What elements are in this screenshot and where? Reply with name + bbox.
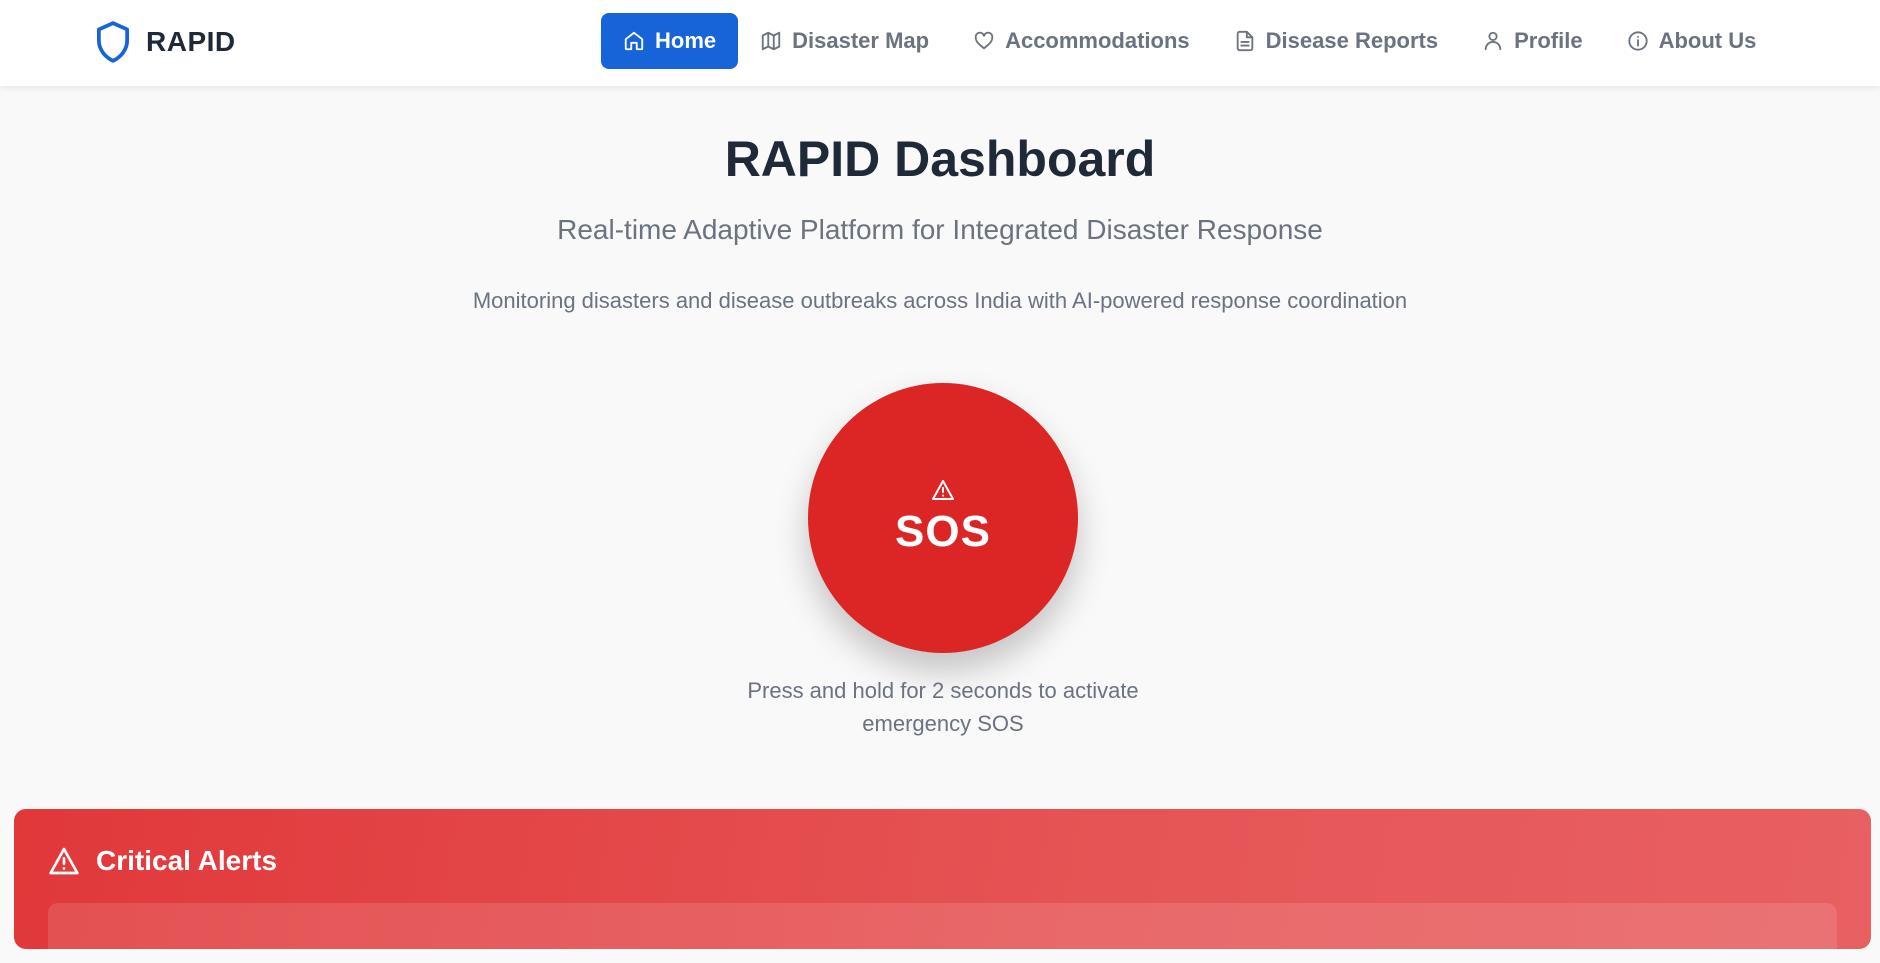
page-subtitle: Real-time Adaptive Platform for Integrat…	[557, 214, 1323, 245]
alert-triangle-icon	[49, 847, 79, 875]
alert-triangle-icon	[932, 480, 954, 500]
nav-disease-reports[interactable]: Disease Reports	[1212, 13, 1460, 69]
page-description: Monitoring disasters and disease outbrea…	[472, 288, 1408, 313]
brand-name: RAPID	[146, 26, 236, 57]
home-icon	[624, 31, 644, 51]
sos-hint: Press and hold for 2 seconds to activate…	[747, 678, 1139, 736]
file-text-icon	[1236, 30, 1253, 52]
critical-alerts-list	[48, 903, 1837, 963]
heart-icon	[974, 31, 994, 50]
critical-alerts-header: Critical Alerts	[48, 845, 277, 877]
shield-icon	[96, 21, 130, 63]
brand-logo[interactable]: RAPID	[94, 18, 236, 66]
info-icon	[1627, 31, 1648, 51]
page-title: RAPID Dashboard	[724, 131, 1156, 187]
nav-profile-label: Profile	[1514, 28, 1583, 53]
nav-home[interactable]: Home	[601, 13, 739, 69]
map-icon	[761, 31, 781, 51]
nav-about-us[interactable]: About Us	[1605, 13, 1779, 69]
main-nav: Home Disaster Map Accommodations Disease…	[601, 13, 1778, 69]
critical-alerts-title: Critical Alerts	[96, 845, 278, 876]
nav-profile[interactable]: Profile	[1460, 13, 1604, 69]
nav-disaster-map[interactable]: Disaster Map	[738, 13, 951, 69]
nav-home-label: Home	[655, 28, 717, 53]
sos-label: SOS	[895, 507, 991, 556]
nav-about-us-label: About Us	[1658, 28, 1757, 53]
user-icon	[1484, 31, 1502, 51]
critical-alerts-panel: Critical Alerts	[14, 809, 1871, 963]
nav-disease-reports-label: Disease Reports	[1265, 28, 1439, 53]
sos-button[interactable]: SOS	[808, 383, 1078, 653]
nav-accommodations[interactable]: Accommodations	[951, 13, 1212, 69]
top-navbar: RAPID Home Disaster Map Accommodations D…	[0, 0, 1880, 86]
nav-accommodations-label: Accommodations	[1005, 28, 1190, 53]
nav-disaster-map-label: Disaster Map	[792, 28, 930, 53]
